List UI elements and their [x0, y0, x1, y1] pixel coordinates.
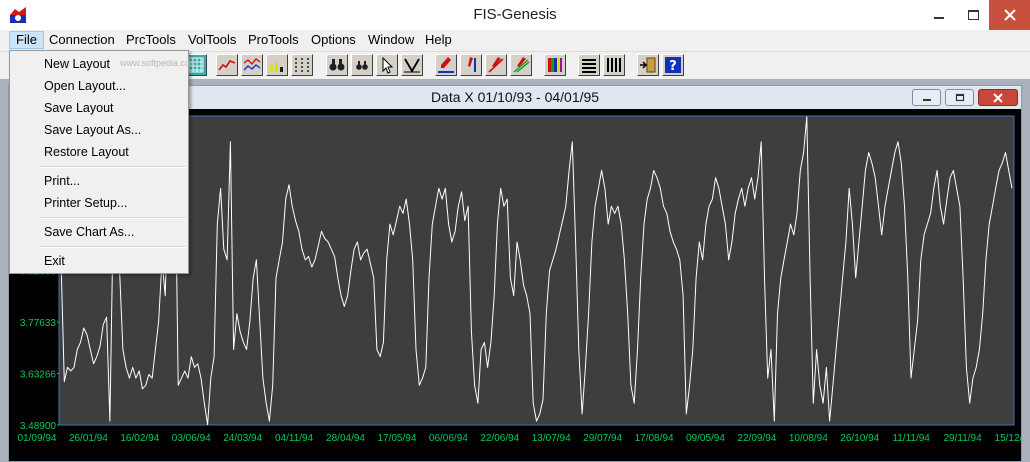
- menu-separator: [40, 166, 186, 168]
- x-tick-label: 03/06/94: [172, 433, 211, 444]
- menu-prctools[interactable]: PrcTools: [120, 31, 182, 49]
- line-chart-button[interactable]: [216, 54, 238, 76]
- pointer-button[interactable]: [376, 54, 398, 76]
- horizontal-lines-button[interactable]: [578, 54, 600, 76]
- x-tick-label: 10/08/94: [789, 433, 828, 444]
- x-tick-label: 06/06/94: [429, 433, 468, 444]
- x-tick-label: 26/01/94: [69, 433, 108, 444]
- menu-separator: [40, 246, 186, 248]
- v-tool-icon: [404, 58, 420, 73]
- pen-red-icon: [488, 57, 504, 73]
- menu-exit[interactable]: Exit: [12, 250, 186, 272]
- menu-printer-setup[interactable]: Printer Setup...: [12, 192, 186, 214]
- pen-blue-diagonal-button[interactable]: [460, 54, 482, 76]
- pen-green-icon: [513, 57, 530, 73]
- file-dropdown-menu: New Layout Open Layout... Save Layout Sa…: [9, 50, 189, 274]
- exit-door-icon: [640, 57, 656, 73]
- dotted-chart-button[interactable]: [291, 54, 313, 76]
- color-bars-button[interactable]: [544, 54, 566, 76]
- x-tick-label: 17/08/94: [635, 433, 674, 444]
- menu-help[interactable]: Help: [419, 31, 458, 49]
- x-tick-label: 11/11/94: [892, 433, 930, 444]
- menu-separator: [40, 217, 186, 219]
- x-tick-label: 22/09/94: [737, 433, 776, 444]
- y-tick-label: 3.63266: [20, 370, 57, 381]
- color-bars-icon: [548, 58, 562, 72]
- x-tick-label: 09/05/94: [686, 433, 725, 444]
- y-tick-label: 3.48900: [20, 421, 57, 432]
- close-button[interactable]: [989, 0, 1030, 30]
- help-button[interactable]: ?: [662, 54, 684, 76]
- x-tick-label: 29/07/94: [583, 433, 622, 444]
- x-tick-label: 26/10/94: [840, 433, 879, 444]
- menu-connection[interactable]: Connection: [43, 31, 121, 49]
- minimize-button[interactable]: [922, 0, 956, 30]
- pointer-icon: [382, 56, 394, 74]
- menu-save-layout[interactable]: Save Layout: [12, 97, 186, 119]
- menu-save-chart-as[interactable]: Save Chart As...: [12, 221, 186, 243]
- x-tick-label: 22/06/94: [480, 433, 519, 444]
- chart-close-button[interactable]: [978, 89, 1018, 106]
- pen-green-button[interactable]: [510, 54, 532, 76]
- menu-bar: File Connection PrcTools VolTools ProToo…: [0, 30, 1030, 50]
- maximize-button[interactable]: [956, 0, 990, 30]
- x-tick-label: 15/12/94: [995, 433, 1021, 444]
- bar-chart-icon: [270, 61, 283, 72]
- menu-print[interactable]: Print...: [12, 170, 186, 192]
- small-binoculars-icon: [356, 61, 368, 70]
- minimize-icon: [934, 17, 944, 19]
- menu-restore-layout[interactable]: Restore Layout: [12, 141, 186, 163]
- title-bar[interactable]: FIS-Genesis: [0, 0, 1030, 30]
- window-title: FIS-Genesis: [473, 6, 557, 23]
- close-icon: [1003, 9, 1016, 21]
- app-window: FIS-Genesis File Connection PrcTools Vol…: [0, 0, 1030, 462]
- svg-text:?: ?: [669, 59, 677, 74]
- menu-options[interactable]: Options: [305, 31, 362, 49]
- x-tick-label: 01/09/94: [18, 433, 57, 444]
- maximize-icon: [967, 10, 979, 20]
- multi-line-chart-icon: [243, 58, 261, 71]
- x-tick-label: 13/07/94: [532, 433, 571, 444]
- y-tick-label: 3.77633: [20, 318, 57, 329]
- pen-blue-diagonal-icon: [468, 57, 476, 72]
- restore-icon: [955, 93, 964, 102]
- watermark-text: www.softpedia.com: [120, 58, 198, 68]
- pen-blue-icon: [438, 57, 454, 73]
- exit-door-button[interactable]: [637, 54, 659, 76]
- line-chart-icon: [218, 60, 236, 71]
- x-tick-label: 16/02/94: [120, 433, 159, 444]
- x-tick-label: 28/04/94: [326, 433, 365, 444]
- binoculars-icon: [329, 59, 345, 71]
- pen-red-button[interactable]: [485, 54, 507, 76]
- vertical-lines-icon: [607, 58, 621, 72]
- pen-blue-button[interactable]: [435, 54, 457, 76]
- horizontal-lines-icon: [582, 59, 596, 73]
- menu-save-layout-as[interactable]: Save Layout As...: [12, 119, 186, 141]
- multi-line-chart-button[interactable]: [241, 54, 263, 76]
- menu-open-layout[interactable]: Open Layout...: [12, 75, 186, 97]
- menu-protools[interactable]: ProTools: [242, 31, 305, 49]
- menu-voltools[interactable]: VolTools: [182, 31, 242, 49]
- minimize-icon: [922, 98, 931, 101]
- help-icon: ?: [665, 57, 681, 74]
- close-icon: [993, 92, 1003, 103]
- x-tick-label: 17/05/94: [377, 433, 416, 444]
- x-tick-label: 04/11/94: [275, 433, 314, 444]
- bar-chart-button[interactable]: [266, 54, 288, 76]
- x-tick-label: 24/03/94: [223, 433, 262, 444]
- menu-file[interactable]: File: [9, 31, 44, 49]
- binoculars-button[interactable]: [326, 54, 348, 76]
- v-tool-button[interactable]: [401, 54, 423, 76]
- vertical-lines-button[interactable]: [603, 54, 625, 76]
- x-tick-label: 29/11/94: [943, 433, 982, 444]
- plot-area[interactable]: [58, 115, 1015, 426]
- small-binoculars-button[interactable]: [351, 54, 373, 76]
- dotted-chart-icon: [295, 58, 309, 72]
- menu-window[interactable]: Window: [362, 31, 420, 49]
- chart-restore-button[interactable]: [945, 89, 974, 106]
- chart-minimize-button[interactable]: [912, 89, 941, 106]
